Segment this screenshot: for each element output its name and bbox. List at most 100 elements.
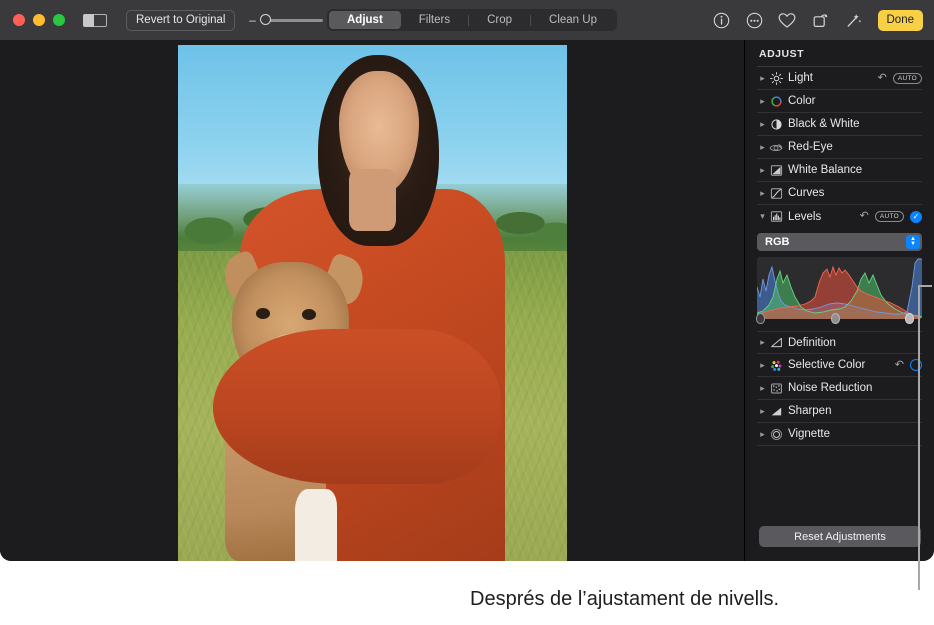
levels-enabled-checkbox[interactable]: ✓ — [910, 211, 922, 223]
minimize-window-button[interactable] — [33, 14, 45, 26]
adjust-item-curves[interactable]: ▸ Curves — [757, 182, 922, 205]
color-wheel-icon — [768, 94, 784, 108]
adjust-item-levels[interactable]: ▾ Levels ↶ AUTO ✓ — [757, 205, 922, 228]
chevron-right-icon[interactable]: ▸ — [757, 406, 768, 417]
adjust-item-label: Light — [788, 72, 813, 84]
photo-canvas — [0, 40, 744, 561]
levels-channel-select[interactable]: RGB ▲▼ — [757, 233, 922, 251]
photo-dog-eye-left — [256, 308, 270, 319]
tab-adjust[interactable]: Adjust — [329, 11, 401, 29]
levels-icon — [768, 210, 784, 224]
chevron-right-icon[interactable]: ▸ — [757, 383, 768, 394]
white-balance-icon — [768, 163, 784, 177]
photo-neck — [349, 169, 396, 231]
adjust-item-label: Noise Reduction — [788, 382, 872, 394]
zoom-out-icon[interactable]: – — [248, 14, 256, 26]
panel-title: ADJUST — [745, 40, 934, 66]
adjust-item-black-and-white[interactable]: ▸ Black & White — [757, 113, 922, 136]
reset-icon[interactable]: ↶ — [860, 211, 869, 222]
caption-text: Després de l’ajustament de nivells. — [470, 588, 779, 611]
magic-wand-icon[interactable] — [844, 11, 863, 30]
callout-bracket — [915, 285, 934, 590]
definition-icon — [768, 336, 784, 350]
chevron-right-icon[interactable]: ▸ — [757, 165, 768, 176]
chevron-right-icon[interactable]: ▸ — [757, 142, 768, 153]
sidebar-toggle-icon[interactable] — [83, 13, 109, 28]
callout-tick — [918, 285, 932, 287]
sidebar-toggle-filled — [83, 14, 94, 27]
noise-reduction-icon — [768, 381, 784, 395]
adjust-item-definition[interactable]: ▸ Definition — [757, 331, 922, 354]
adjust-item-label: Red-Eye — [788, 141, 833, 153]
favorite-heart-icon[interactable] — [778, 11, 797, 30]
chevron-right-icon[interactable]: ▸ — [757, 188, 768, 199]
maximize-window-button[interactable] — [53, 14, 65, 26]
close-window-button[interactable] — [13, 14, 25, 26]
adjust-item-label: Color — [788, 95, 815, 107]
zoom-slider-knob[interactable] — [260, 14, 271, 25]
chevron-right-icon[interactable]: ▸ — [757, 96, 768, 107]
levels-channel-value: RGB — [765, 236, 789, 248]
info-icon[interactable] — [712, 11, 731, 30]
auto-badge[interactable]: AUTO — [893, 73, 922, 84]
tab-crop[interactable]: Crop — [469, 11, 530, 29]
chevron-right-icon[interactable]: ▸ — [757, 119, 768, 130]
adjust-item-vignette[interactable]: ▸ Vignette — [757, 423, 922, 446]
chevron-right-icon[interactable]: ▸ — [757, 73, 768, 84]
vignette-icon — [768, 427, 784, 441]
adjust-item-label: Curves — [788, 187, 824, 199]
adjust-item-sharpen[interactable]: ▸ Sharpen — [757, 400, 922, 423]
revert-to-original-button[interactable]: Revert to Original — [126, 10, 235, 31]
photo-arm — [213, 329, 501, 484]
adjust-item-controls: ↶ AUTO ✓ — [860, 211, 922, 223]
chevron-right-icon[interactable]: ▸ — [757, 360, 768, 371]
rotate-icon[interactable] — [811, 11, 830, 30]
photos-editor-window: Revert to Original – + Adjust Filters Cr… — [0, 0, 934, 561]
adjust-item-red-eye[interactable]: ▸ Red-Eye — [757, 136, 922, 159]
window-controls — [13, 14, 65, 26]
levels-handles — [757, 313, 922, 325]
zoom-slider[interactable]: – + — [248, 14, 336, 26]
adjust-panel: ADJUST ▸ Light ↶ AUTO ▸ — [744, 40, 934, 561]
callout-line — [918, 285, 920, 590]
light-icon — [768, 71, 784, 85]
selective-color-icon — [768, 358, 784, 372]
adjust-item-label: Definition — [788, 337, 836, 349]
chevron-right-icon[interactable]: ▸ — [757, 337, 768, 348]
toolbar-actions: Done — [712, 0, 924, 40]
tab-filters[interactable]: Filters — [401, 11, 468, 29]
levels-black-point-handle[interactable] — [756, 313, 765, 324]
adjust-item-label: Sharpen — [788, 405, 831, 417]
edited-photo[interactable] — [178, 45, 567, 561]
levels-white-point-handle[interactable] — [905, 313, 914, 324]
adjust-item-color[interactable]: ▸ Color — [757, 90, 922, 113]
auto-badge[interactable]: AUTO — [875, 211, 904, 222]
more-options-icon[interactable] — [745, 11, 764, 30]
reset-adjustments-button[interactable]: Reset Adjustments — [759, 526, 921, 547]
adjust-item-controls: ↶ AUTO — [878, 73, 922, 84]
adjust-item-label: Black & White — [788, 118, 860, 130]
sidebar-toggle-outline — [94, 14, 107, 27]
sharpen-icon — [768, 404, 784, 418]
reset-icon[interactable]: ↶ — [878, 73, 887, 84]
toolbar: Revert to Original – + Adjust Filters Cr… — [0, 0, 934, 40]
zoom-slider-track[interactable] — [261, 19, 323, 22]
chevron-right-icon[interactable]: ▸ — [757, 429, 768, 440]
adjust-item-label: White Balance — [788, 164, 862, 176]
mode-segmented-control: Adjust Filters Crop Clean Up — [327, 9, 617, 31]
red-eye-icon — [768, 140, 784, 154]
black-white-icon — [768, 117, 784, 131]
adjust-item-selective-color[interactable]: ▸ Selective Color ↶ — [757, 354, 922, 377]
levels-midpoint-handle[interactable] — [831, 313, 840, 324]
chevron-updown-icon[interactable]: ▲▼ — [906, 235, 920, 249]
tab-clean-up[interactable]: Clean Up — [531, 11, 615, 29]
reset-icon[interactable]: ↶ — [895, 360, 904, 371]
curves-icon — [768, 186, 784, 200]
adjust-item-white-balance[interactable]: ▸ White Balance — [757, 159, 922, 182]
levels-controls: RGB ▲▼ — [757, 233, 922, 325]
chevron-down-icon[interactable]: ▾ — [757, 211, 768, 222]
levels-histogram[interactable] — [757, 257, 922, 319]
done-button[interactable]: Done — [878, 10, 924, 31]
adjust-item-noise-reduction[interactable]: ▸ Noise Reduction — [757, 377, 922, 400]
adjust-item-light[interactable]: ▸ Light ↶ AUTO — [757, 67, 922, 90]
